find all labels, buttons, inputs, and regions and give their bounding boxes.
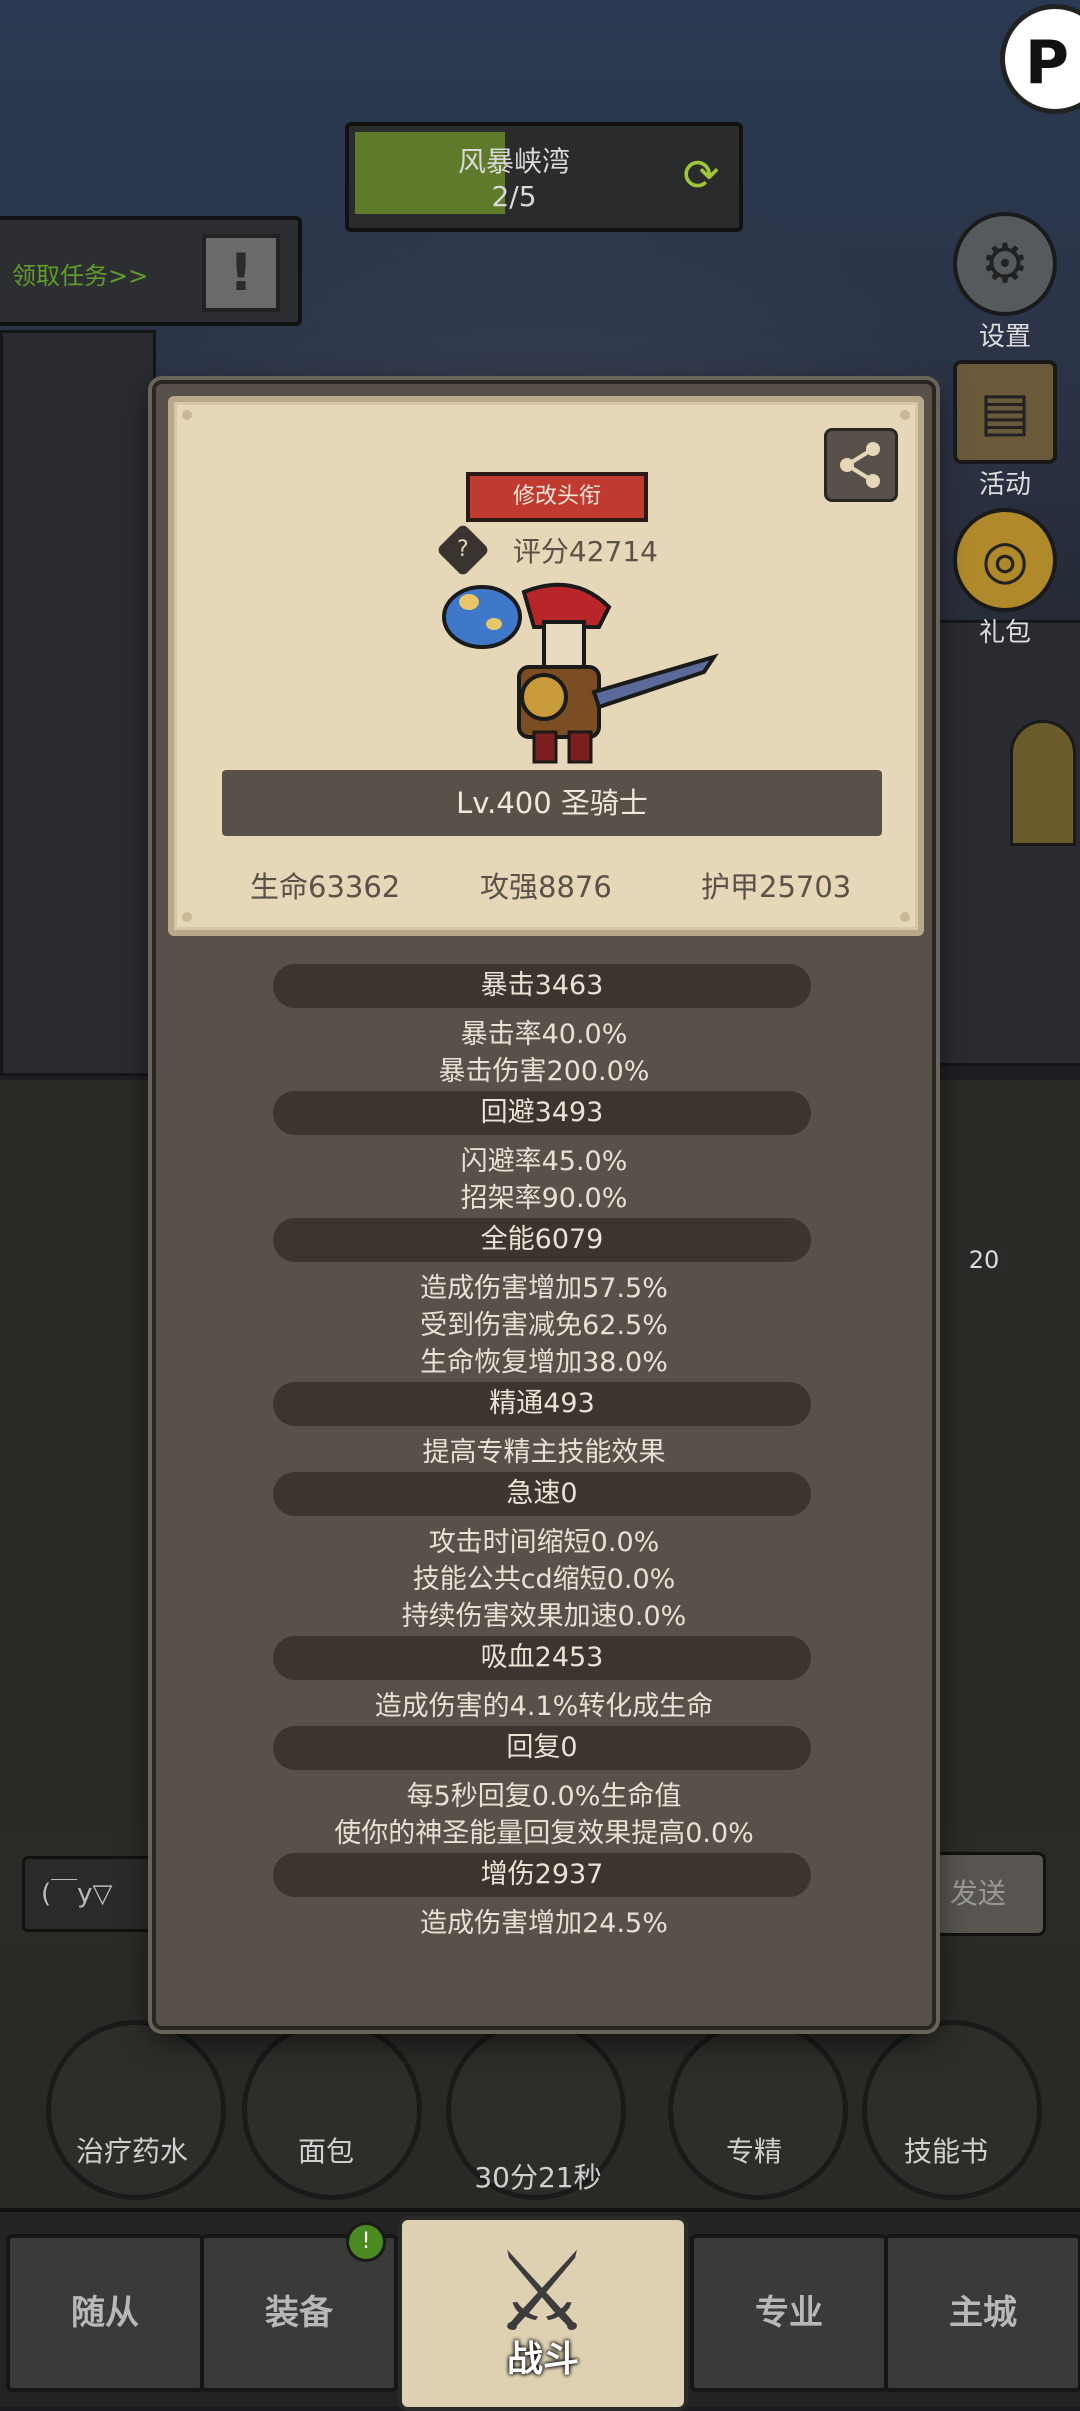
bread-label: 面包 xyxy=(297,2135,354,2168)
stat-versatility-header: 全能6079 xyxy=(273,1218,811,1262)
score-row: ? 评分42714 xyxy=(436,523,658,577)
score-value: 评分42714 xyxy=(512,535,658,568)
specialization-button[interactable] xyxy=(668,2020,848,2200)
edit-title-button[interactable]: 修改头衔 xyxy=(466,472,648,522)
refresh-icon[interactable]: ⟳ xyxy=(675,150,727,202)
stat-attack-power: 攻强8876 xyxy=(480,870,612,904)
card-rivet xyxy=(900,912,910,922)
background-window xyxy=(1010,720,1076,846)
stat-haste-line: 技能公共cd缩短0.0% xyxy=(412,1564,676,1595)
stat-armor: 护甲25703 xyxy=(701,870,852,904)
level-class-bar: Lv.400 圣骑士 xyxy=(222,770,882,836)
stat-regen-header: 回复0 xyxy=(273,1726,811,1770)
stage-name: 风暴峡湾 xyxy=(457,145,570,178)
settings-label: 设置 xyxy=(978,322,1031,352)
stat-mastery-header: 精通493 xyxy=(273,1382,811,1426)
help-icon[interactable]: ? xyxy=(436,523,490,577)
tab-battle[interactable]: ⚔ 战斗 xyxy=(398,2216,688,2411)
share-icon xyxy=(840,442,880,488)
stat-versatility-line: 受到伤害减免62.5% xyxy=(420,1310,668,1341)
stat-damage-bonus-header: 增伤2937 xyxy=(273,1853,811,1897)
specialization-label: 专精 xyxy=(725,2135,782,2168)
stat-crit-header: 暴击3463 xyxy=(273,964,811,1008)
character-stats-panel: 修改头衔 ? 评分42714 Lv.400 圣骑士 生命63362 攻强8876… xyxy=(152,380,936,2030)
stat-haste-header: 急速0 xyxy=(273,1472,811,1516)
card-rivet xyxy=(182,410,192,420)
exclamation-icon: ! xyxy=(202,234,280,312)
background-building-left xyxy=(0,330,156,1076)
stat-damage-bonus-line: 造成伤害增加24.5% xyxy=(420,1908,668,1939)
stat-leech-line: 造成伤害的4.1%转化成生命 xyxy=(374,1691,714,1722)
skill-count-badge: 20 xyxy=(960,1242,1008,1278)
stat-avoidance-line: 闪避率45.0% xyxy=(460,1146,628,1177)
gift-icon: ◎ xyxy=(953,508,1057,612)
gift-button[interactable]: ◎ 礼包 xyxy=(950,508,1060,649)
paladin-character-sprite xyxy=(442,582,719,764)
chest-timer: 30分21秒 xyxy=(474,2161,602,2194)
task-box[interactable]: 领取任务>> ! xyxy=(0,216,302,326)
stage-progress-bar[interactable]: 风暴峡湾 2/5 ⟳ xyxy=(345,122,743,232)
stat-versatility-line: 造成伤害增加57.5% xyxy=(420,1273,668,1304)
notification-badge: ! xyxy=(346,2222,386,2262)
gear-icon: ⚙ xyxy=(953,212,1057,316)
task-label[interactable]: 领取任务>> xyxy=(12,256,148,291)
settings-button[interactable]: ⚙ 设置 xyxy=(950,212,1060,353)
card-rivet xyxy=(182,912,192,922)
tab-battle-label: 战斗 xyxy=(506,2339,579,2380)
card-rivet xyxy=(900,410,910,420)
potion-label: 治疗药水 xyxy=(75,2135,188,2168)
tab-profession[interactable]: 专业 xyxy=(690,2234,888,2392)
stat-regen-line: 每5秒回复0.0%生命值 xyxy=(406,1781,682,1812)
stat-crit-line: 暴击率40.0% xyxy=(460,1019,628,1050)
stat-mastery-line: 提高专精主技能效果 xyxy=(422,1437,666,1468)
share-button[interactable] xyxy=(824,428,898,502)
tab-main-city[interactable]: 主城 xyxy=(884,2234,1080,2392)
stat-haste-line: 持续伤害效果加速0.0% xyxy=(401,1601,687,1632)
stat-crit-line: 暴击伤害200.0% xyxy=(438,1056,650,1087)
stat-avoidance-header: 回避3493 xyxy=(273,1091,811,1135)
tab-followers[interactable]: 随从 xyxy=(6,2234,204,2392)
activity-button[interactable]: ▤ 活动 xyxy=(950,360,1060,501)
scroll-icon: ▤ xyxy=(953,360,1057,464)
stat-leech-header: 吸血2453 xyxy=(273,1636,811,1680)
gift-label: 礼包 xyxy=(978,618,1031,648)
stat-haste-line: 攻击时间缩短0.0% xyxy=(428,1527,660,1558)
potion-button[interactable] xyxy=(46,2020,226,2200)
skillbook-label: 技能书 xyxy=(903,2135,988,2168)
stat-versatility-line: 生命恢复增加38.0% xyxy=(420,1347,668,1378)
bread-button[interactable] xyxy=(242,2020,422,2200)
stat-regen-line: 使你的神圣能量回复效果提高0.0% xyxy=(334,1818,754,1849)
activity-label: 活动 xyxy=(978,470,1031,500)
stat-avoidance-line: 招架率90.0% xyxy=(460,1183,628,1214)
stat-health: 生命63362 xyxy=(250,870,401,904)
skillbook-button[interactable] xyxy=(862,2020,1042,2200)
character-card: 修改头衔 ? 评分42714 Lv.400 圣骑士 生命63362 攻强8876… xyxy=(168,396,924,936)
stage-count: 2/5 xyxy=(491,180,537,213)
